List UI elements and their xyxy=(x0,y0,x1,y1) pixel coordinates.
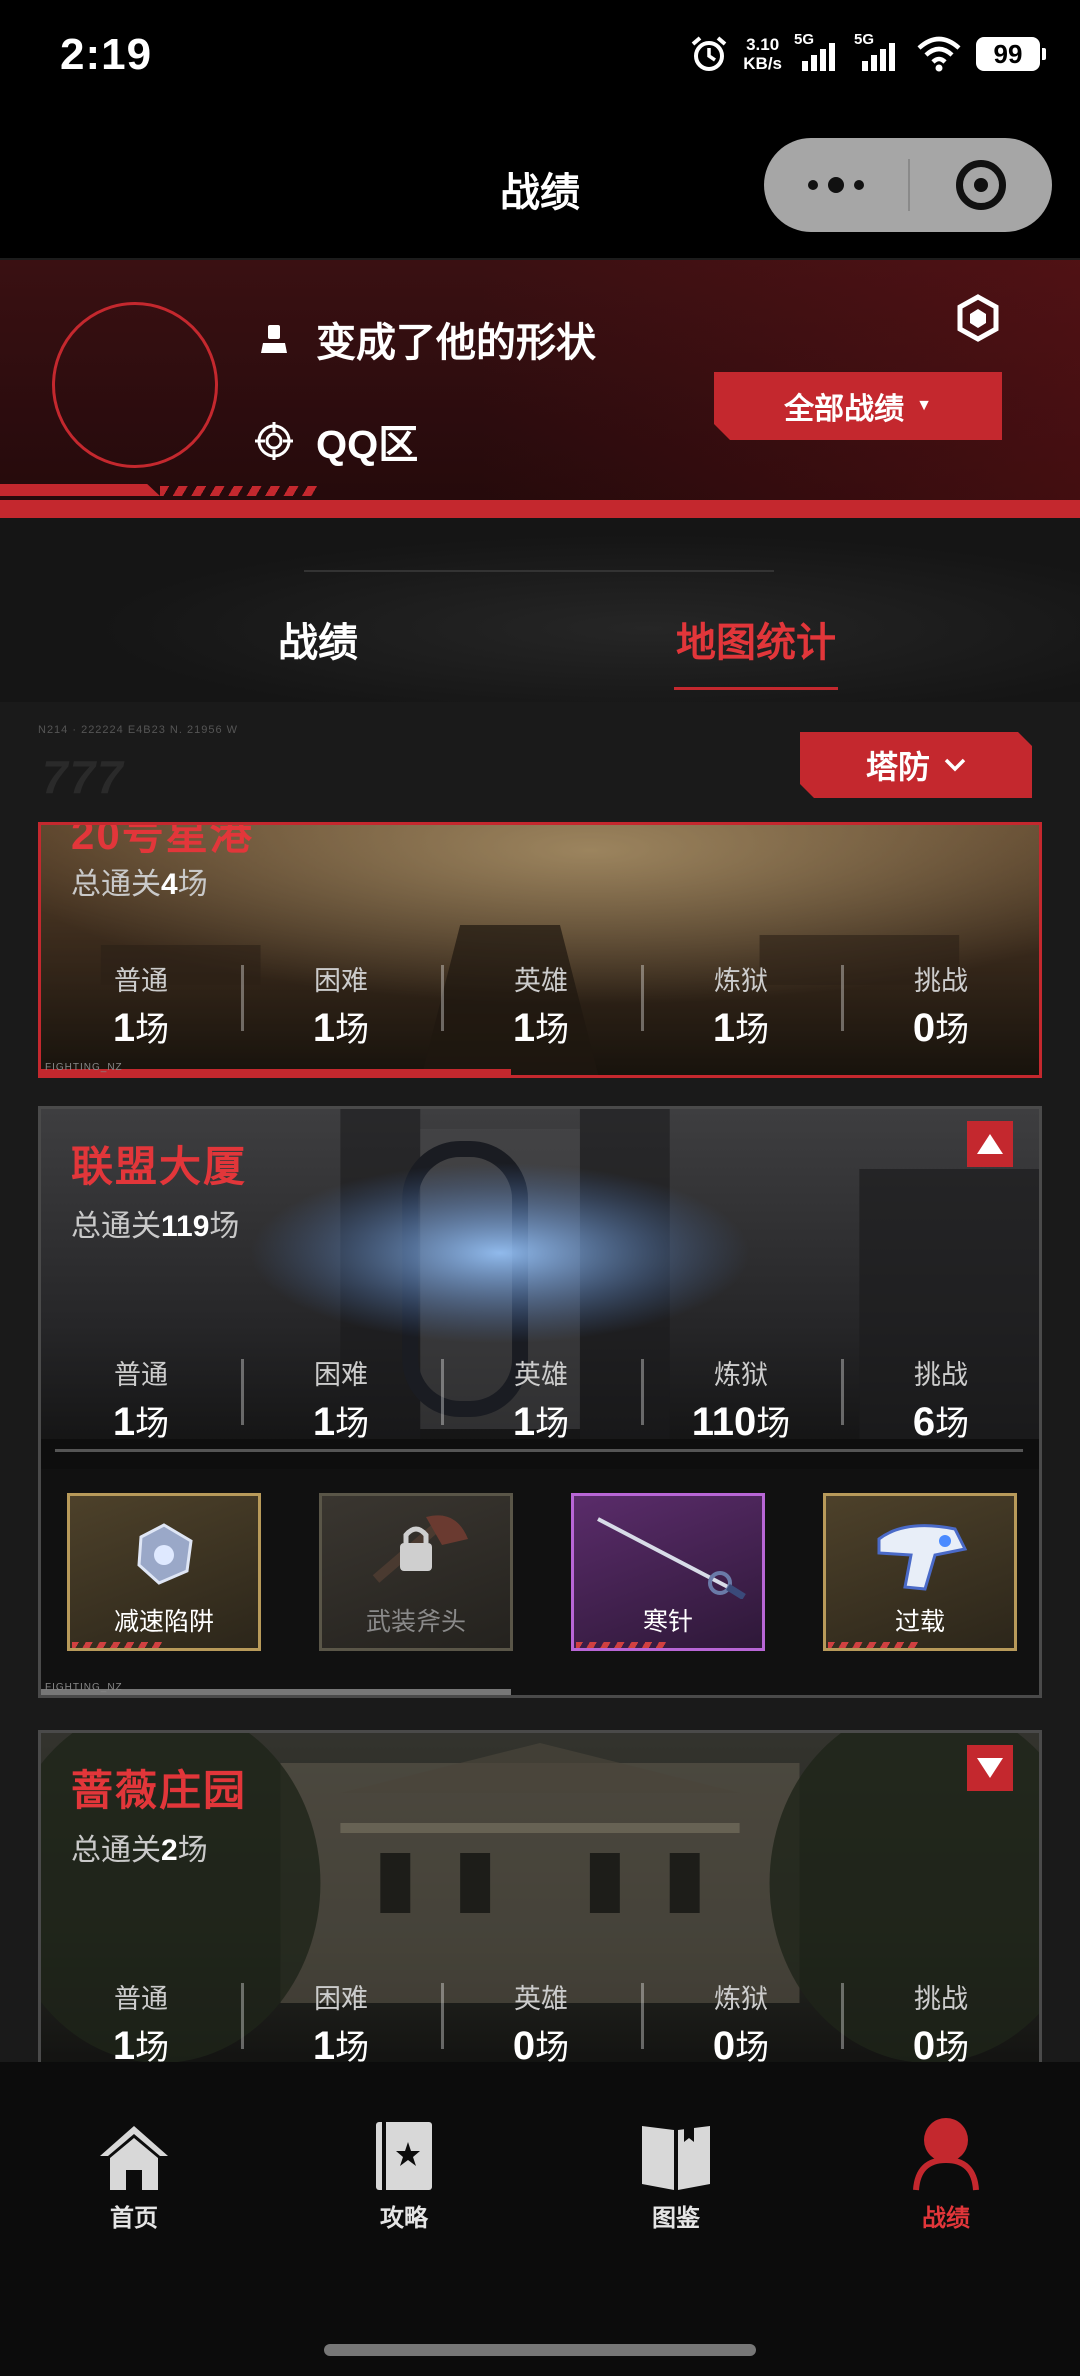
alarm-icon xyxy=(691,36,727,71)
close-mini-program-button[interactable] xyxy=(910,160,1052,210)
collapse-button[interactable] xyxy=(967,1121,1013,1167)
reward-item[interactable]: 减速陷阱 xyxy=(67,1493,261,1651)
profile-header: 变成了他的形状 QQ区 全部战绩 ▼ xyxy=(0,260,1080,518)
stat-purgatory: 炼狱 1场 xyxy=(641,959,841,1059)
network-speed: 3.10 KB/s xyxy=(743,35,782,73)
signal-2-icon: 5G xyxy=(854,31,902,71)
triangle-down-icon xyxy=(977,1758,1003,1778)
stat-hero: 英雄 1场 xyxy=(441,959,641,1059)
crosshair-icon xyxy=(254,421,294,461)
map-total-clears: 总通关2场 xyxy=(71,1834,208,1867)
map-stats-list[interactable]: 20号星港 总通关4场 普通 1场 困难 1场 英雄 1场 炼狱 1场 挑战 0场 FIG… xyxy=(0,822,1080,2062)
reward-item-locked[interactable]: 武装斧头 xyxy=(319,1493,513,1651)
gun-icon xyxy=(826,1500,1014,1608)
stat-normal: 普通 1场 xyxy=(112,1984,170,2062)
hexagon-settings-icon[interactable] xyxy=(954,294,1002,342)
nav-codex[interactable]: 图鉴 xyxy=(576,2112,776,2233)
map-card[interactable]: 20号星港 总通关4场 普通 1场 困难 1场 英雄 1场 炼狱 1场 挑战 0场 FIG… xyxy=(38,822,1042,1078)
filter-row: N214 · 222224 E4B23 N. 21956 W 777 塔防 xyxy=(0,702,1080,822)
zone-name: QQ区 xyxy=(316,423,419,467)
status-bar: 2:19 3.10 KB/s 5G 5G 99 xyxy=(0,0,1080,120)
mode-dropdown[interactable]: 塔防 xyxy=(800,732,1032,798)
tab-records[interactable]: 战绩 xyxy=(278,610,358,668)
wifi-icon xyxy=(917,36,961,72)
status-icons: 3.10 KB/s 5G 5G 99 xyxy=(689,31,1046,74)
bottom-nav: 首页 攻略 图鉴 战绩 xyxy=(0,2062,1080,2376)
difficulty-stats: 普通 1场 困难 1场 英雄 0场 炼狱 0场 挑战 0场 xyxy=(41,1977,1039,2062)
chevron-down-icon xyxy=(944,758,966,772)
trap-icon xyxy=(70,1500,258,1608)
stat-purgatory: 炼狱 0场 xyxy=(641,1977,841,2062)
stat-challenge: 挑战 0场 xyxy=(841,1977,1039,2062)
nav-home[interactable]: 首页 xyxy=(34,2112,234,2233)
map-name: 联盟大厦 xyxy=(71,1143,248,1190)
user-icon xyxy=(254,319,294,359)
nav-guide[interactable]: 攻略 xyxy=(304,2112,504,2233)
stat-hero: 英雄 1场 xyxy=(441,1353,641,1453)
tab-map-stats[interactable]: 地图统计 xyxy=(674,610,838,690)
battery-indicator: 99 xyxy=(976,37,1046,71)
reward-item[interactable]: 过载 xyxy=(823,1493,1017,1651)
stat-normal: 普通 1场 xyxy=(112,966,170,1050)
map-total-clears: 总通关119场 xyxy=(71,1210,240,1243)
zone-row: QQ区 xyxy=(254,412,418,470)
all-records-dropdown[interactable]: 全部战绩 ▼ xyxy=(714,372,1002,440)
title-bar: 战绩 xyxy=(0,120,1080,260)
more-options-button[interactable] xyxy=(764,177,908,193)
target-icon xyxy=(956,160,1006,210)
mode-label: 塔防 xyxy=(865,749,930,785)
stat-normal: 普通 1场 xyxy=(112,1360,170,1444)
mini-program-capsule xyxy=(764,138,1052,232)
nav-records[interactable]: 战绩 xyxy=(846,2112,1046,2233)
stat-hard: 困难 1场 xyxy=(241,1353,441,1453)
stat-hero: 英雄 0场 xyxy=(441,1977,641,2062)
difficulty-stats: 普通 1场 困难 1场 英雄 1场 炼狱 110场 挑战 6场 xyxy=(41,1353,1039,1453)
guide-book-icon xyxy=(304,2112,504,2192)
map-name: 蔷薇庄园 xyxy=(71,1767,248,1814)
map-card[interactable]: 蔷薇庄园 总通关2场 普通 1场 困难 1场 英雄 0场 炼狱 0场 挑战 0场 xyxy=(38,1730,1042,2062)
stat-challenge: 挑战 0场 xyxy=(841,959,1039,1059)
reward-items: 减速陷阱 武装斧头 寒针 过载 xyxy=(67,1493,1017,1651)
stat-hard: 困难 1场 xyxy=(241,959,441,1059)
stat-hard: 困难 1场 xyxy=(241,1977,441,2062)
rapier-icon xyxy=(574,1500,762,1608)
tab-bar: 战绩 地图统计 xyxy=(0,518,1080,702)
home-indicator[interactable] xyxy=(324,2344,756,2356)
home-icon xyxy=(34,2112,234,2192)
status-time: 2:19 xyxy=(60,30,153,79)
axe-icon xyxy=(322,1500,510,1608)
card-footer: FIGHTING_NZ xyxy=(41,1682,1039,1695)
stat-purgatory: 炼狱 110场 xyxy=(641,1353,841,1453)
decorative-coordinates: N214 · 222224 E4B23 N. 21956 W xyxy=(38,724,239,736)
map-name: 20号星港 xyxy=(71,822,254,858)
username: 变成了他的形状 xyxy=(316,321,596,365)
avatar[interactable] xyxy=(52,302,218,468)
person-icon xyxy=(846,2112,1046,2192)
card-footer: FIGHTING_NZ xyxy=(41,1062,1039,1075)
all-records-label: 全部战绩 xyxy=(784,393,905,426)
stat-challenge: 挑战 6场 xyxy=(841,1353,1039,1453)
decorative-line xyxy=(304,570,774,572)
triangle-up-icon xyxy=(977,1134,1003,1154)
username-row: 变成了他的形状 xyxy=(254,310,596,368)
map-total-clears: 总通关4场 xyxy=(71,868,208,901)
open-book-icon xyxy=(576,2112,776,2192)
expand-button[interactable] xyxy=(967,1745,1013,1791)
caret-down-icon: ▼ xyxy=(916,397,932,414)
map-card[interactable]: 联盟大厦 总通关119场 普通 1场 困难 1场 英雄 1场 炼狱 110场 挑战 6场 … xyxy=(38,1106,1042,1698)
decorative-strip xyxy=(0,486,1080,518)
signal-1-icon: 5G xyxy=(794,31,842,71)
reward-item[interactable]: 寒针 xyxy=(571,1493,765,1651)
decorative-number: 777 xyxy=(42,751,125,803)
difficulty-stats: 普通 1场 困难 1场 英雄 1场 炼狱 1场 挑战 0场 xyxy=(41,959,1039,1059)
